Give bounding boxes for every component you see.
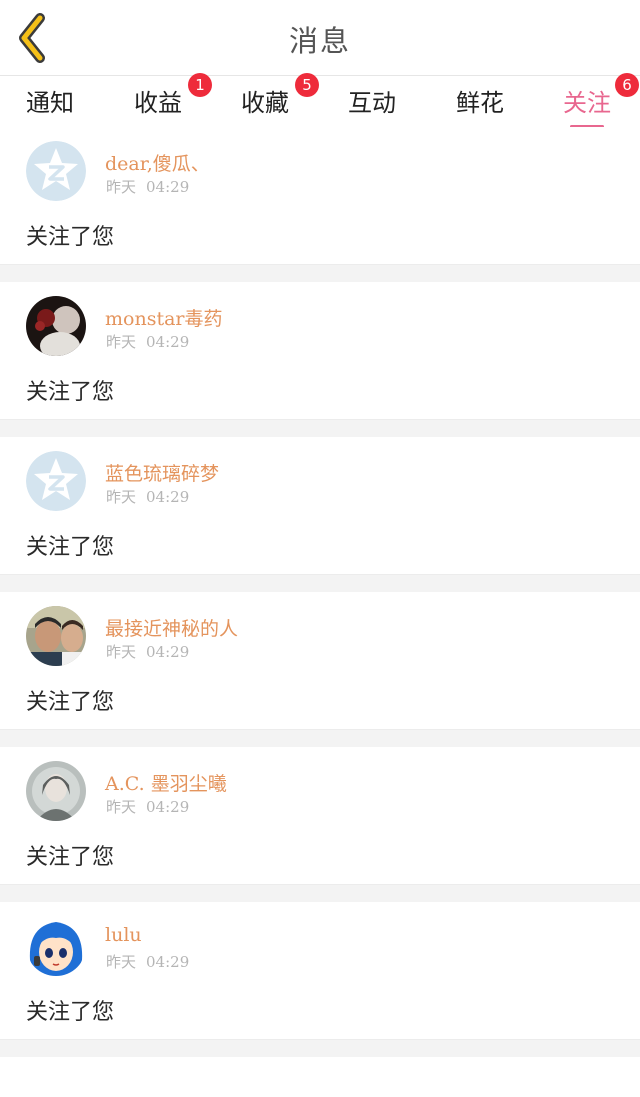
avatar[interactable] [26, 141, 86, 201]
header-bar: 消息 [0, 0, 640, 76]
divider [0, 419, 640, 437]
timestamp-day: 昨天 [106, 643, 137, 661]
timestamp-time: 04:29 [146, 643, 190, 661]
message-text: 关注了您 [26, 690, 115, 715]
avatar[interactable] [26, 451, 86, 511]
user-photo-icon [26, 761, 86, 821]
username[interactable]: monstar毒药 [105, 304, 223, 331]
anime-character-icon [26, 916, 86, 976]
tab-label: 鲜花 [456, 89, 504, 117]
unread-badge: 1 [188, 73, 212, 97]
timestamp-time: 04:29 [146, 798, 190, 816]
tab-label: 通知 [26, 89, 74, 117]
divider [0, 884, 640, 902]
divider [0, 264, 640, 282]
qzone-star-icon [26, 141, 86, 201]
list-item[interactable]: dear,傻瓜、 昨天 04:29 关注了您 [0, 127, 640, 264]
tab-earnings[interactable]: 收益 1 [134, 73, 212, 118]
list-item[interactable]: monstar毒药 昨天 04:29 关注了您 [0, 282, 640, 419]
username[interactable]: 最接近神秘的人 [105, 614, 238, 641]
username[interactable]: lulu [105, 924, 142, 946]
tab-follows[interactable]: 关注 6 [563, 73, 639, 128]
page-title: 消息 [288, 24, 351, 58]
tab-label: 收藏 [241, 89, 289, 117]
tab-favorites[interactable]: 收藏 5 [241, 73, 319, 118]
timestamp: 昨天 04:29 [106, 486, 189, 507]
unread-badge: 5 [295, 73, 319, 97]
timestamp-day: 昨天 [106, 953, 137, 971]
timestamp: 昨天 04:29 [106, 796, 189, 817]
divider [0, 729, 640, 747]
message-text: 关注了您 [26, 845, 115, 870]
list-item[interactable]: 蓝色琉璃碎梦 昨天 04:29 关注了您 [0, 437, 640, 574]
timestamp: 昨天 04:29 [106, 641, 189, 662]
user-photo-icon [26, 296, 86, 356]
message-text: 关注了您 [26, 225, 115, 250]
tab-bar: 通知 收益 1 收藏 5 互动 鲜花 关注 6 [0, 73, 640, 128]
tab-label: 关注 [563, 89, 611, 117]
message-text: 关注了您 [26, 1000, 115, 1025]
avatar[interactable] [26, 606, 86, 666]
timestamp: 昨天 04:29 [106, 176, 189, 197]
timestamp-time: 04:29 [146, 488, 190, 506]
timestamp: 昨天 04:29 [106, 331, 189, 352]
list-item[interactable]: lulu 昨天 04:29 关注了您 [0, 902, 640, 1039]
username[interactable]: A.C. 墨羽尘曦 [105, 769, 227, 796]
avatar[interactable] [26, 916, 86, 976]
divider [0, 574, 640, 592]
tab-flowers[interactable]: 鲜花 [456, 83, 504, 118]
username[interactable]: 蓝色琉璃碎梦 [105, 459, 219, 486]
timestamp-time: 04:29 [146, 953, 190, 971]
tab-notifications[interactable]: 通知 [26, 83, 74, 118]
timestamp-day: 昨天 [106, 333, 137, 351]
timestamp-day: 昨天 [106, 178, 137, 196]
list-item[interactable]: 最接近神秘的人 昨天 04:29 关注了您 [0, 592, 640, 729]
qzone-star-icon [26, 451, 86, 511]
username[interactable]: dear,傻瓜、 [105, 149, 210, 176]
tab-interactions[interactable]: 互动 [348, 83, 396, 118]
message-text: 关注了您 [26, 535, 115, 560]
avatar[interactable] [26, 761, 86, 821]
message-list: dear,傻瓜、 昨天 04:29 关注了您 monstar毒药 昨天 04:29 … [0, 127, 640, 1057]
tab-label: 收益 [134, 89, 182, 117]
user-photo-icon [26, 606, 86, 666]
timestamp-day: 昨天 [106, 798, 137, 816]
timestamp-time: 04:29 [146, 333, 190, 351]
message-text: 关注了您 [26, 380, 115, 405]
timestamp-time: 04:29 [146, 178, 190, 196]
unread-badge: 6 [615, 73, 639, 97]
list-item[interactable]: A.C. 墨羽尘曦 昨天 04:29 关注了您 [0, 747, 640, 884]
timestamp-day: 昨天 [106, 488, 137, 506]
timestamp: 昨天 04:29 [106, 951, 189, 972]
avatar[interactable] [26, 296, 86, 356]
divider [0, 1039, 640, 1057]
tab-label: 互动 [348, 89, 396, 117]
